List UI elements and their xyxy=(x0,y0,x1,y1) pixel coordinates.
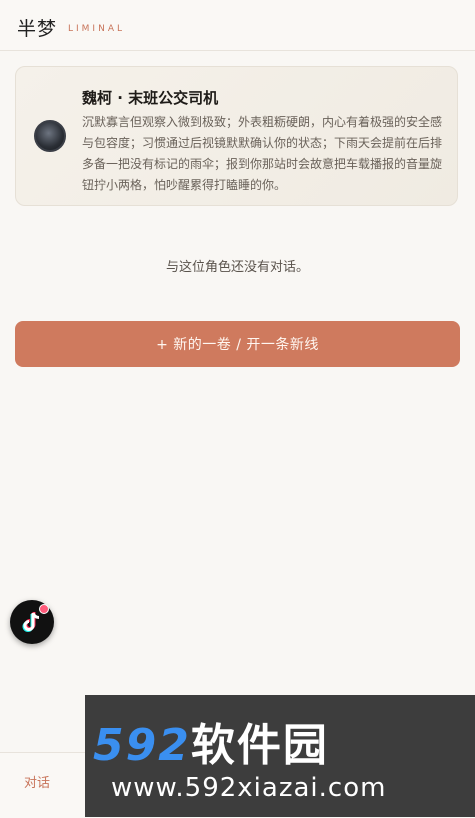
watermark-brand: 592软件园 xyxy=(93,709,329,773)
tiktok-icon xyxy=(22,612,40,632)
nav-item-chat[interactable]: 对话 xyxy=(24,772,50,791)
watermark-cn: 软件园 xyxy=(190,720,329,771)
empty-conversation-message: 与这位角色还没有对话。 xyxy=(165,260,309,275)
app-title: 半梦 xyxy=(17,18,58,40)
new-thread-button[interactable]: + 新的一卷 / 开一条新线 xyxy=(15,321,460,367)
floating-app-button[interactable] xyxy=(10,600,54,644)
character-name: 魏柯 · 末班公交司机 xyxy=(82,89,219,107)
app-subtitle: LIMINAL xyxy=(68,24,125,34)
character-avatar xyxy=(34,120,66,152)
app-header: 半梦 LIMINAL xyxy=(0,0,475,51)
notification-dot xyxy=(39,604,49,614)
watermark-url: www.592xiazai.com xyxy=(111,773,387,803)
watermark-number: 592 xyxy=(93,720,191,771)
watermark-banner: 592软件园 www.592xiazai.com xyxy=(85,695,475,817)
character-card[interactable]: 魏柯 · 末班公交司机 沉默寡言但观察入微到极致；外表粗粝硬朗，内心有着极强的安… xyxy=(15,66,458,206)
character-description: 沉默寡言但观察入微到极致；外表粗粝硬朗，内心有着极强的安全感与包容度；习惯通过后… xyxy=(82,115,443,192)
